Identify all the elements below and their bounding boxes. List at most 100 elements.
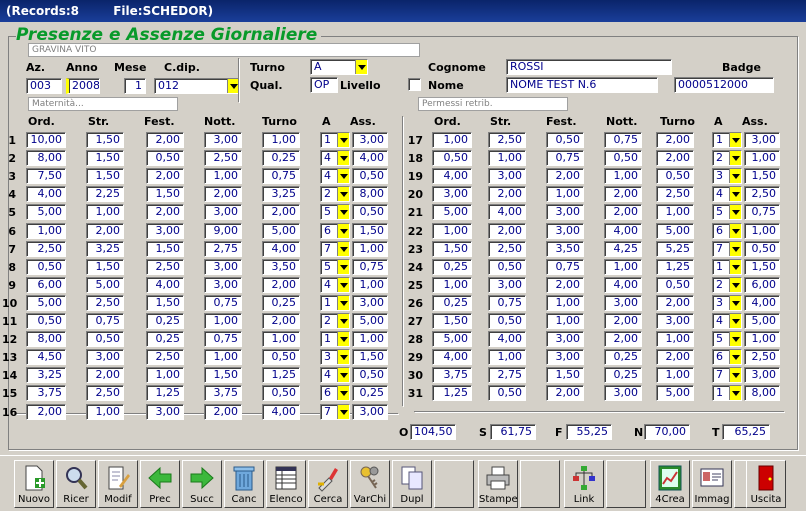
chevron-down-icon[interactable] (729, 187, 741, 202)
day-turno-field[interactable]: 3,25 (262, 186, 300, 203)
day-turno-field[interactable]: 3,00 (656, 313, 694, 329)
day-ord-field[interactable]: 0,50 (432, 150, 472, 167)
day-fest-field[interactable]: 1,00 (546, 294, 584, 311)
day-turno-field[interactable]: 2,00 (656, 349, 694, 366)
day-str-field[interactable]: 0,50 (488, 258, 526, 275)
day-ass-field[interactable]: 0,50 (352, 168, 388, 185)
day-ass-field[interactable]: 8,00 (744, 385, 780, 402)
chevron-down-icon[interactable] (337, 241, 349, 256)
day-nott-field[interactable]: 2,00 (604, 186, 642, 203)
day-ord-field[interactable]: 0,50 (26, 313, 66, 329)
chevron-down-icon[interactable] (729, 314, 741, 328)
day-ord-field[interactable]: 1,00 (432, 222, 472, 239)
day-str-field[interactable]: 2,25 (86, 186, 124, 203)
day-ord-field[interactable]: 8,00 (26, 150, 66, 167)
day-ass-field[interactable]: 5,00 (352, 313, 388, 329)
absence-type-combo[interactable]: 7 (712, 367, 742, 384)
day-str-field[interactable]: 1,00 (488, 349, 526, 366)
day-nott-field[interactable]: 3,75 (204, 385, 242, 402)
day-nott-field[interactable]: 2,00 (204, 186, 242, 203)
chevron-down-icon[interactable] (729, 133, 741, 147)
day-ord-field[interactable]: 0,50 (26, 258, 66, 275)
day-turno-field[interactable]: 0,50 (656, 168, 694, 185)
day-nott-field[interactable]: 0,25 (604, 367, 642, 384)
chevron-down-icon[interactable] (729, 223, 741, 238)
qual-field[interactable]: OP (310, 77, 338, 93)
day-turno-field[interactable]: 0,50 (262, 349, 300, 366)
day-ord-field[interactable]: 8,00 (26, 331, 66, 348)
day-fest-field[interactable]: 3,00 (546, 204, 584, 221)
day-str-field[interactable]: 2,00 (86, 367, 124, 384)
day-nott-field[interactable]: 2,00 (204, 403, 242, 420)
absence-type-combo[interactable]: 5 (320, 258, 350, 275)
day-nott-field[interactable]: 2,50 (204, 150, 242, 167)
badge-field[interactable]: 0000512000 (674, 77, 774, 93)
day-str-field[interactable]: 3,00 (488, 276, 526, 293)
day-turno-field[interactable]: 5,00 (656, 385, 694, 402)
day-ord-field[interactable]: 4,50 (26, 349, 66, 366)
uscita-button[interactable]: Uscita (746, 460, 786, 508)
chevron-down-icon[interactable] (337, 169, 349, 184)
chevron-down-icon[interactable] (337, 205, 349, 220)
day-nott-field[interactable]: 1,00 (204, 168, 242, 185)
chevron-down-icon[interactable] (729, 169, 741, 184)
day-turno-field[interactable]: 2,00 (656, 132, 694, 148)
day-ass-field[interactable]: 1,00 (352, 240, 388, 257)
day-fest-field[interactable]: 0,25 (146, 331, 184, 348)
day-fest-field[interactable]: 1,25 (146, 385, 184, 402)
day-str-field[interactable]: 2,50 (488, 240, 526, 257)
absence-type-combo[interactable]: 6 (712, 349, 742, 366)
day-ass-field[interactable]: 6,00 (744, 276, 780, 293)
day-turno-field[interactable]: 4,00 (262, 403, 300, 420)
day-ord-field[interactable]: 5,00 (432, 204, 472, 221)
day-turno-field[interactable]: 1,00 (262, 331, 300, 348)
day-fest-field[interactable]: 2,50 (146, 258, 184, 275)
day-ass-field[interactable]: 1,00 (352, 276, 388, 293)
day-ass-field[interactable]: 0,50 (352, 204, 388, 221)
day-ass-field[interactable]: 1,50 (352, 222, 388, 239)
day-nott-field[interactable]: 2,00 (604, 204, 642, 221)
day-str-field[interactable]: 4,00 (488, 204, 526, 221)
day-nott-field[interactable]: 0,75 (204, 294, 242, 311)
day-ord-field[interactable]: 5,00 (26, 294, 66, 311)
absence-type-combo[interactable]: 1 (320, 132, 350, 148)
day-ord-field[interactable]: 7,50 (26, 168, 66, 185)
cerca-button[interactable]: Cerca (308, 460, 348, 508)
day-turno-field[interactable]: 2,50 (656, 186, 694, 203)
day-turno-field[interactable]: 0,25 (262, 294, 300, 311)
chevron-down-icon[interactable] (337, 259, 349, 274)
day-fest-field[interactable]: 2,00 (546, 385, 584, 402)
day-turno-field[interactable]: 3,50 (262, 258, 300, 275)
day-nott-field[interactable]: 0,25 (604, 349, 642, 366)
varchi-button[interactable]: VarChi (350, 460, 390, 508)
day-turno-field[interactable]: 2,00 (262, 204, 300, 221)
day-fest-field[interactable]: 0,75 (546, 258, 584, 275)
day-ord-field[interactable]: 1,00 (26, 222, 66, 239)
day-ord-field[interactable]: 0,25 (432, 258, 472, 275)
absence-type-combo[interactable]: 4 (712, 313, 742, 329)
absence-type-combo[interactable]: 2 (712, 150, 742, 167)
absence-type-combo[interactable]: 2 (320, 186, 350, 203)
absence-type-combo[interactable]: 4 (712, 186, 742, 203)
day-fest-field[interactable]: 2,00 (146, 168, 184, 185)
day-str-field[interactable]: 0,75 (488, 294, 526, 311)
day-ord-field[interactable]: 2,50 (26, 240, 66, 257)
chevron-down-icon[interactable] (337, 223, 349, 238)
day-ord-field[interactable]: 10,00 (26, 132, 66, 148)
day-nott-field[interactable]: 1,00 (604, 258, 642, 275)
absence-type-combo[interactable]: 1 (320, 331, 350, 348)
day-ass-field[interactable]: 1,00 (352, 331, 388, 348)
day-str-field[interactable]: 3,00 (488, 168, 526, 185)
day-str-field[interactable]: 0,50 (86, 331, 124, 348)
day-ord-field[interactable]: 5,00 (26, 204, 66, 221)
chevron-down-icon[interactable] (355, 60, 367, 74)
day-ass-field[interactable]: 2,50 (744, 186, 780, 203)
day-str-field[interactable]: 2,75 (488, 367, 526, 384)
mese-field[interactable]: 1 (124, 78, 146, 94)
4crea-button[interactable]: 4Crea (650, 460, 690, 508)
cognome-field[interactable]: ROSSI (506, 59, 672, 75)
day-ass-field[interactable]: 3,00 (352, 132, 388, 148)
day-str-field[interactable]: 1,50 (86, 132, 124, 148)
absence-type-combo[interactable]: 4 (320, 276, 350, 293)
day-turno-field[interactable]: 0,25 (262, 150, 300, 167)
